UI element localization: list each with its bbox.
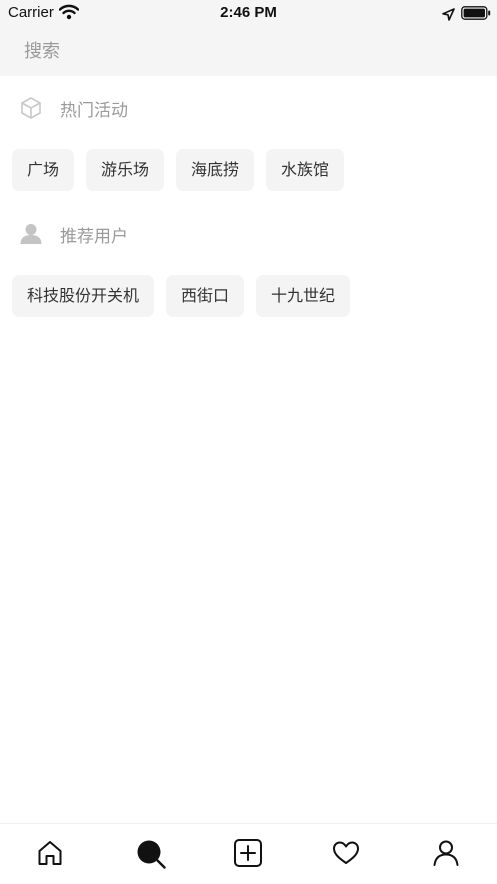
hot-event-tag[interactable]: 海底捞 <box>176 149 255 191</box>
home-icon <box>38 841 62 865</box>
hot-event-tag[interactable]: 水族馆 <box>266 149 345 191</box>
location-arrow-icon <box>442 6 455 25</box>
recommended-user-tag[interactable]: 西街口 <box>166 275 245 317</box>
recommended-users-tags: 科技股份开关机 西街口 十九世纪 <box>12 275 492 317</box>
status-bar: Carrier 2:46 PM <box>0 0 497 26</box>
tab-home[interactable] <box>20 824 80 884</box>
search-icon <box>137 840 166 869</box>
tab-search[interactable] <box>120 824 180 884</box>
tab-likes[interactable] <box>316 824 376 884</box>
hot-events-title: 热门活动 <box>60 101 128 121</box>
tab-profile[interactable] <box>416 824 476 884</box>
tab-add[interactable] <box>218 824 278 884</box>
recommended-users-title: 推荐用户 <box>60 227 128 247</box>
hot-event-tag[interactable]: 游乐场 <box>86 149 165 191</box>
recommended-users-header: 推荐用户 <box>0 213 497 253</box>
user-icon <box>18 221 44 251</box>
hot-events-header: 热门活动 <box>0 87 497 127</box>
profile-icon <box>433 840 459 866</box>
hot-events-tags: 广场 游乐场 海底捞 水族馆 <box>12 149 492 191</box>
hot-event-tag[interactable]: 广场 <box>12 149 75 191</box>
search-input[interactable] <box>10 34 497 68</box>
search-bar <box>0 26 497 76</box>
add-icon <box>234 839 262 867</box>
battery-icon <box>461 5 491 24</box>
tab-bar <box>0 823 497 884</box>
heart-icon <box>333 841 359 864</box>
cube-icon <box>18 95 44 125</box>
status-time: 2:46 PM <box>220 4 277 21</box>
recommended-user-tag[interactable]: 十九世纪 <box>256 275 351 317</box>
recommended-user-tag[interactable]: 科技股份开关机 <box>12 275 155 317</box>
